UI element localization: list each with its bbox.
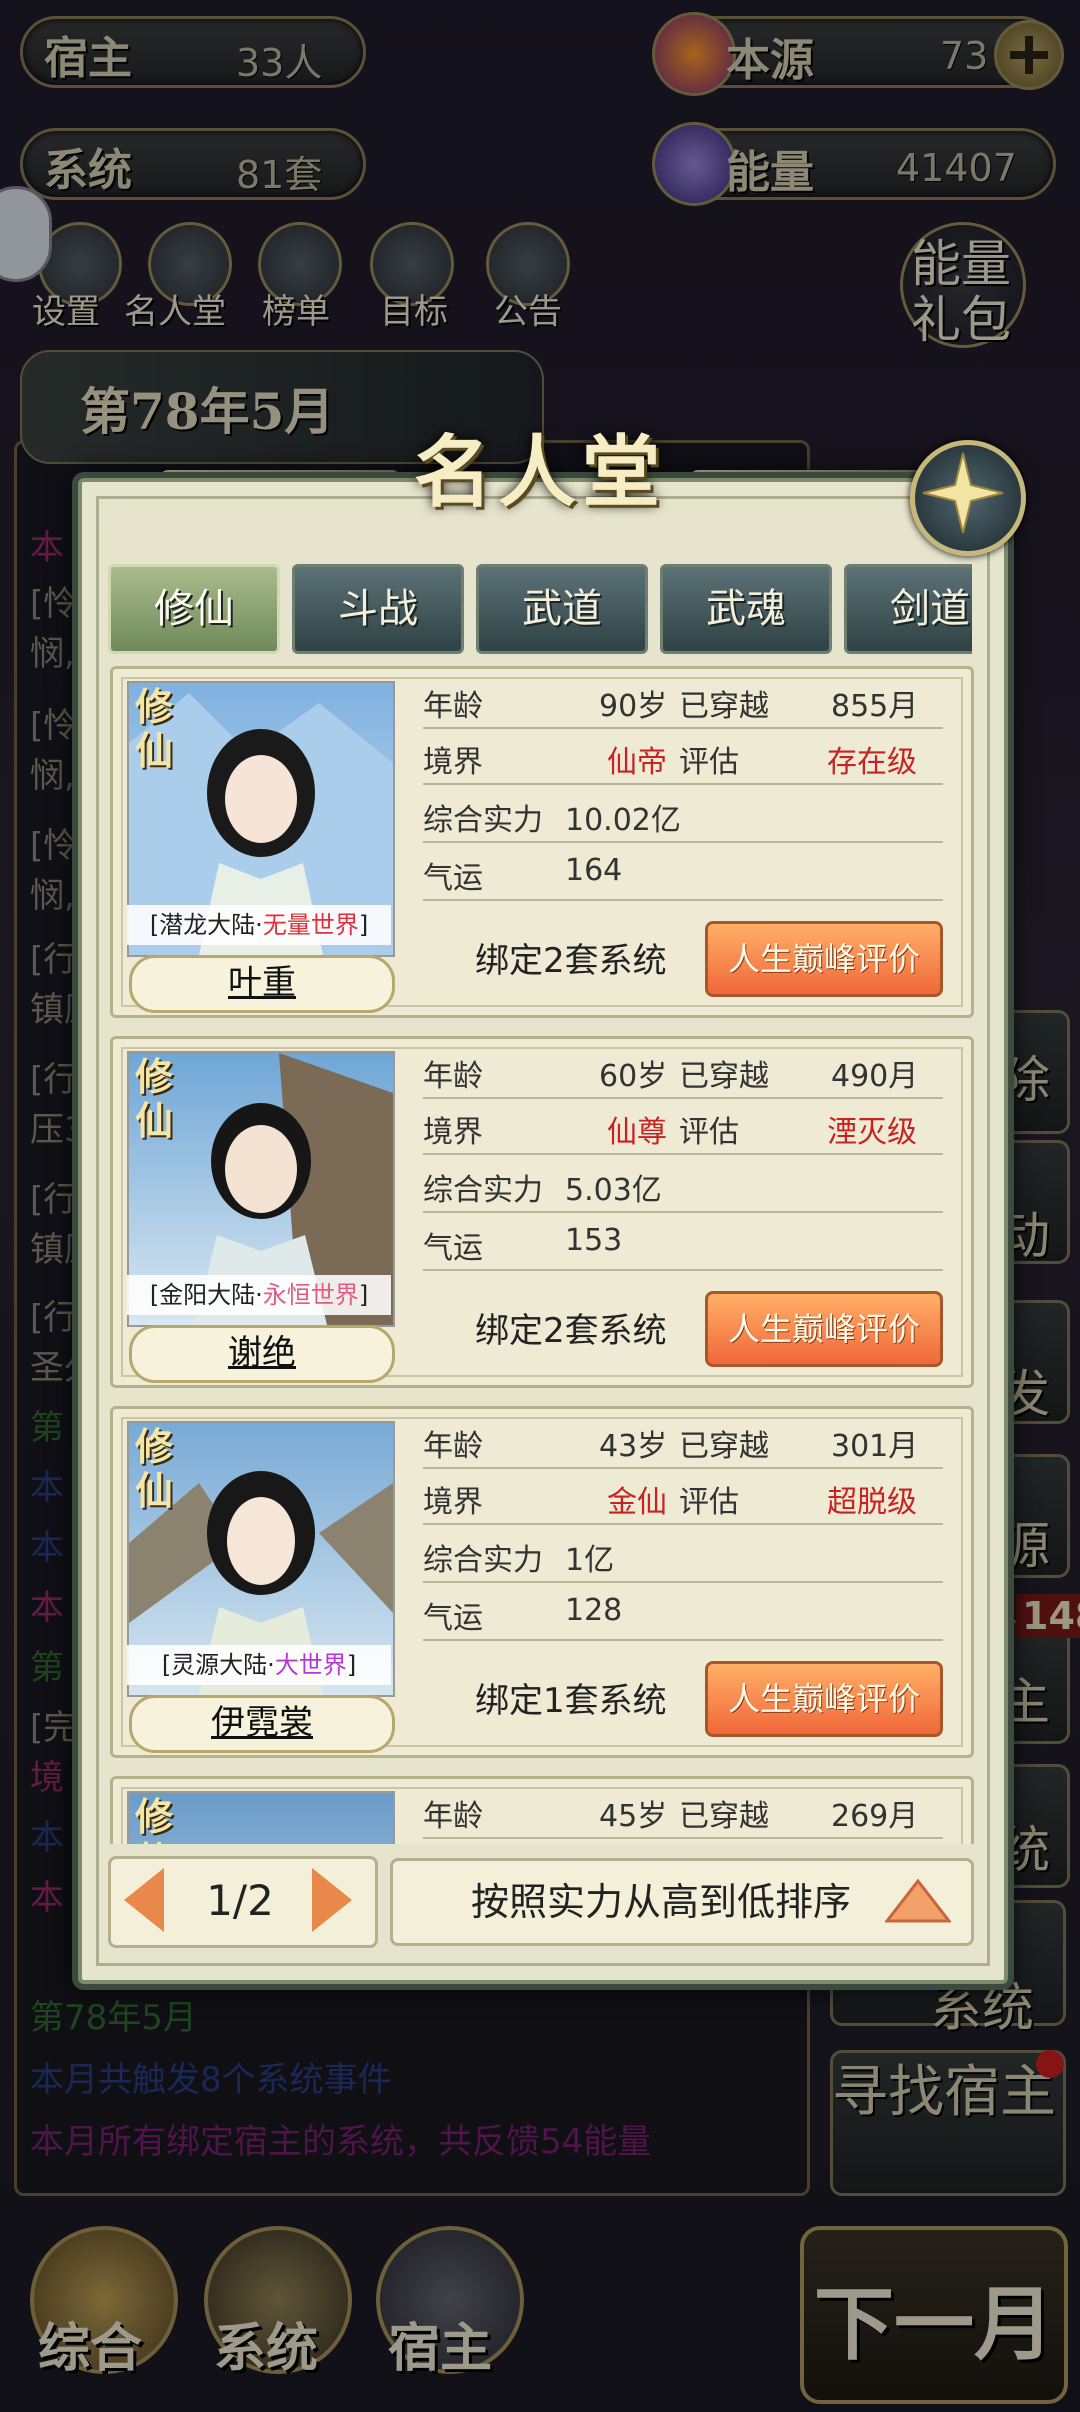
crossed-value: 855月: [831, 689, 919, 724]
realm-label: 境界: [423, 745, 483, 780]
age-value: 43岁: [599, 1429, 668, 1464]
world-label: [灵源大陆·大世界]: [127, 1645, 391, 1685]
age-value: 90岁: [599, 689, 668, 724]
luck-value: 164: [565, 853, 623, 888]
world-prefix: [潜龙大陆·: [149, 911, 263, 939]
crossed-label: 已穿越: [679, 689, 769, 724]
tab-jiandao-clip: 剑道: [844, 560, 972, 656]
luck-value: 128: [565, 1593, 623, 1628]
sort-button[interactable]: 按照实力从高到低排序: [390, 1858, 974, 1946]
age-label: 年龄: [423, 1799, 483, 1834]
age-row: 年龄 90岁 已穿越 855月: [423, 671, 943, 729]
category-badge: 修仙: [135, 1054, 174, 1143]
category-badge: 修仙: [135, 1424, 174, 1513]
realm-value: 金仙: [607, 1485, 667, 1520]
crossed-value: 490月: [831, 1059, 919, 1094]
realm-label: 境界: [423, 1485, 483, 1520]
realm-row: 境界 金仙 评估 超脱级: [423, 1467, 943, 1525]
world-suffix: ]: [358, 1281, 369, 1309]
realm-row: 境界 仙帝 评估 存在级: [423, 727, 943, 785]
tab-wudao[interactable]: 武道: [476, 564, 648, 654]
character-name[interactable]: 伊霓裳: [129, 1695, 395, 1753]
bound-systems: 绑定1套系统: [475, 1681, 667, 1721]
power-label: 综合实力: [423, 1173, 543, 1208]
power-value: 1亿: [565, 1543, 615, 1578]
bound-systems: 绑定2套系统: [475, 941, 667, 981]
sort-label: 按照实力从高到低排序: [471, 1880, 852, 1924]
tab-wuhun[interactable]: 武魂: [660, 564, 832, 654]
luck-value: 153: [565, 1223, 623, 1258]
luck-row: 气运 153: [423, 1213, 943, 1271]
crossed-value: 301月: [831, 1429, 919, 1464]
power-row: 综合实力 1亿: [423, 1525, 943, 1583]
age-label: 年龄: [423, 689, 483, 724]
age-value: 60岁: [599, 1059, 668, 1094]
power-row: 综合实力 5.03亿: [423, 1155, 943, 1213]
modal-title: 名人堂: [413, 427, 666, 518]
luck-label: 气运: [423, 1231, 483, 1266]
age-row: 年龄 43岁 已穿越 301月: [423, 1411, 943, 1469]
world-suffix: ]: [358, 911, 369, 939]
evaluation-label: 评估: [679, 1115, 739, 1150]
luck-label: 气运: [423, 1601, 483, 1636]
world-suffix: ]: [346, 1651, 357, 1679]
hall-list[interactable]: 修仙 [潜龙大陆·无量世界] 叶重 年龄 90岁 已穿越 855月 境界 仙帝 …: [0, 660, 1080, 1844]
age-row: 年龄 45岁 已穿越 269月: [423, 1781, 943, 1839]
evaluation-value: 超脱级: [827, 1485, 917, 1520]
realm-row: 境界 仙尊 评估 湮灭级: [423, 1097, 943, 1155]
world-name: 大世界: [274, 1651, 347, 1679]
power-row: 综合实力 10.02亿: [423, 785, 943, 843]
bound-systems: 绑定2套系统: [475, 1311, 667, 1351]
page-indicator: 1/2: [206, 1876, 274, 1925]
crossed-label: 已穿越: [679, 1429, 769, 1464]
close-star-icon: [922, 452, 1004, 534]
age-value: 45岁: [599, 1799, 668, 1834]
close-button[interactable]: [910, 440, 1026, 556]
realm-label: 境界: [423, 1115, 483, 1150]
tab-douzhan[interactable]: 斗战: [292, 564, 464, 654]
crossed-label: 已穿越: [679, 1059, 769, 1094]
world-name: 永恒世界: [262, 1281, 359, 1309]
world-label: [潜龙大陆·无量世界]: [127, 905, 391, 945]
world-name: 无量世界: [262, 911, 359, 939]
category-badge: 修仙: [135, 1794, 174, 1845]
world-prefix: [金阳大陆·: [149, 1281, 263, 1309]
power-value: 5.03亿: [565, 1173, 662, 1208]
sort-up-arrow-icon: [885, 1879, 951, 1923]
age-label: 年龄: [423, 1059, 483, 1094]
crossed-label: 已穿越: [679, 1799, 769, 1834]
power-label: 综合实力: [423, 803, 543, 838]
world-label: [金阳大陆·永恒世界]: [127, 1275, 391, 1315]
tab-jiandao[interactable]: 剑道: [844, 564, 972, 654]
world-prefix: [灵源大陆·: [161, 1651, 275, 1679]
hall-card: 修仙 [灵源大陆·大世界] 伊霓裳 年龄 43岁 已穿越 301月 境界 金仙 …: [110, 1406, 974, 1758]
evaluation-label: 评估: [679, 745, 739, 780]
luck-row: 气运 164: [423, 843, 943, 901]
life-peak-evaluation-button[interactable]: 人生巅峰评价: [705, 1291, 943, 1367]
power-label: 综合实力: [423, 1543, 543, 1578]
luck-label: 气运: [423, 861, 483, 896]
age-row: 年龄 60岁 已穿越 490月: [423, 1041, 943, 1099]
evaluation-value: 存在级: [827, 745, 917, 780]
crossed-value: 269月: [831, 1799, 919, 1834]
luck-row: 气运 128: [423, 1583, 943, 1641]
life-peak-evaluation-button[interactable]: 人生巅峰评价: [705, 1661, 943, 1737]
category-badge: 修仙: [135, 684, 174, 773]
evaluation-value: 湮灭级: [827, 1115, 917, 1150]
prev-page-button[interactable]: [124, 1868, 164, 1932]
realm-value: 仙尊: [607, 1115, 667, 1150]
realm-value: 仙帝: [607, 745, 667, 780]
power-value: 10.02亿: [565, 803, 681, 838]
hall-card: 修仙 年龄 45岁 已穿越 269月: [110, 1776, 974, 1844]
hall-card: 修仙 [潜龙大陆·无量世界] 叶重 年龄 90岁 已穿越 855月 境界 仙帝 …: [110, 666, 974, 1018]
life-peak-evaluation-button[interactable]: 人生巅峰评价: [705, 921, 943, 997]
age-label: 年龄: [423, 1429, 483, 1464]
hall-card: 修仙 [金阳大陆·永恒世界] 谢绝 年龄 60岁 已穿越 490月 境界 仙尊 …: [110, 1036, 974, 1388]
character-name[interactable]: 叶重: [129, 955, 395, 1013]
tab-xiuxian[interactable]: 修仙: [108, 564, 280, 654]
evaluation-label: 评估: [679, 1485, 739, 1520]
character-name[interactable]: 谢绝: [129, 1325, 395, 1383]
next-page-button[interactable]: [312, 1868, 352, 1932]
